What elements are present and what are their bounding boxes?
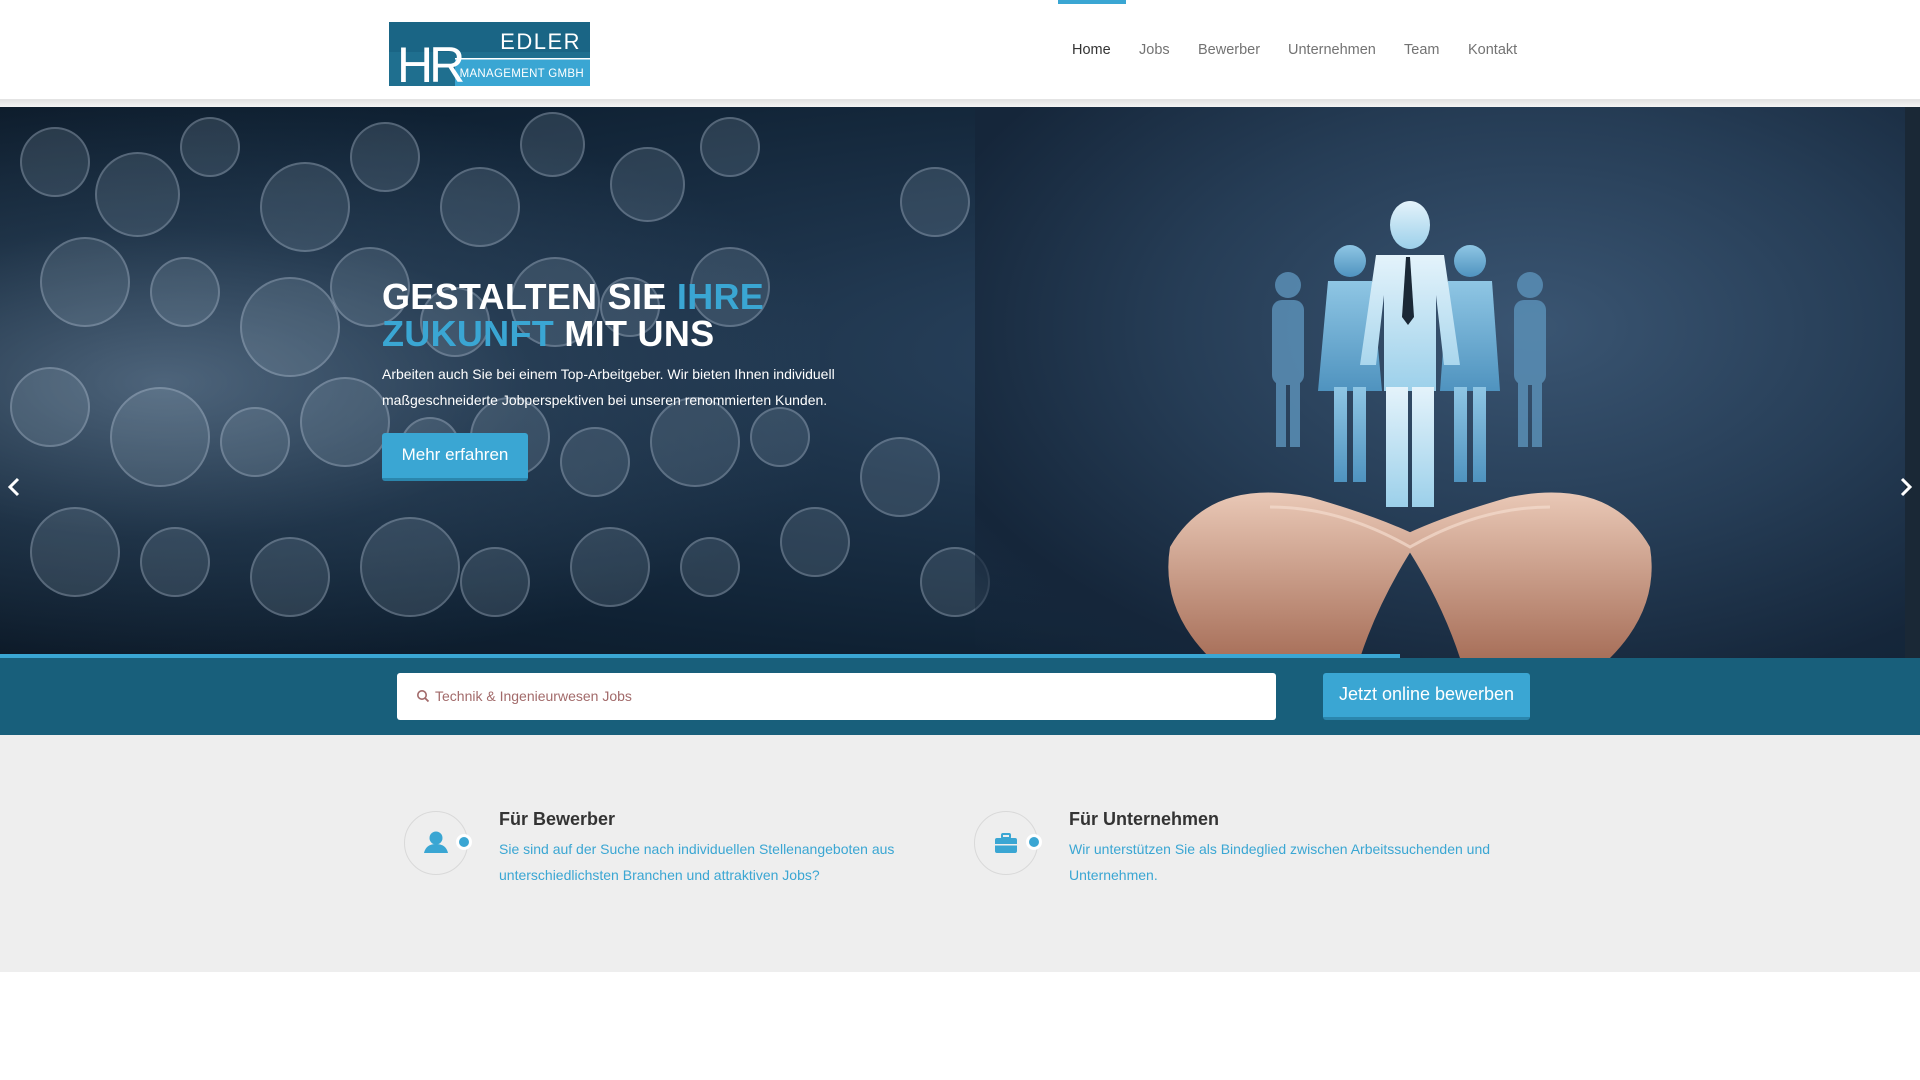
logo-initials: HR: [397, 37, 463, 86]
bokeh-circle: [220, 407, 290, 477]
bokeh-circle: [900, 167, 970, 237]
chevron-left-icon: [7, 477, 20, 497]
bokeh-circle: [440, 167, 520, 247]
bokeh-circle: [570, 527, 650, 607]
bokeh-circle: [10, 367, 90, 447]
search-bar: Technik & Ingenieurwesen Jobs Jetzt onli…: [0, 658, 1920, 735]
hero-title: GESTALTEN SIE IHRE ZUKUNFT MIT UNS: [382, 278, 764, 352]
bokeh-circle: [610, 147, 685, 222]
logo-graphic: HR EDLER MANAGEMENT GMBH: [389, 22, 590, 93]
search-placeholder: Technik & Ingenieurwesen Jobs: [435, 688, 632, 704]
nav-bewerber[interactable]: Bewerber: [1198, 0, 1260, 100]
logo-name: EDLER: [500, 29, 581, 54]
hero-title-accent2: ZUKUNFT: [382, 313, 555, 354]
search-icon: [417, 690, 430, 703]
bokeh-circle: [95, 152, 180, 237]
features-section: Für Bewerber Sie sind auf der Suche nach…: [0, 735, 1920, 972]
logo-sub: MANAGEMENT GMBH: [460, 68, 584, 80]
feature-dot: [1026, 834, 1042, 850]
hero-text: Arbeiten auch Sie bei einem Top-Arbeitge…: [382, 366, 835, 408]
hero-title-part1: GESTALTEN SIE: [382, 276, 677, 317]
bokeh-circle: [780, 507, 850, 577]
bokeh-circle: [520, 112, 585, 177]
bokeh-circle: [140, 527, 210, 597]
feature-title: Für Unternehmen: [1069, 809, 1220, 829]
bokeh-circle: [30, 507, 120, 597]
bokeh-circle: [240, 277, 340, 377]
nav-jobs[interactable]: Jobs: [1139, 0, 1170, 100]
bokeh-circle: [360, 517, 460, 617]
logo[interactable]: HR EDLER MANAGEMENT GMBH: [389, 22, 590, 93]
slider-prev-button[interactable]: [0, 467, 30, 507]
apply-online-button[interactable]: Jetzt online bewerben: [1323, 673, 1530, 720]
bokeh-circle: [860, 437, 940, 517]
site-header: HR EDLER MANAGEMENT GMBH Home Jobs Bewer…: [0, 0, 1920, 100]
bokeh-circle: [180, 117, 240, 177]
bokeh-circle: [110, 387, 210, 487]
bokeh-circle: [150, 257, 220, 327]
nav-unternehmen[interactable]: Unternehmen: [1288, 0, 1376, 100]
nav-kontakt[interactable]: Kontakt: [1468, 0, 1517, 100]
bokeh-circle: [260, 162, 350, 252]
bokeh-circle: [700, 117, 760, 177]
bokeh-circle: [250, 537, 330, 617]
slider-next-button[interactable]: [1890, 467, 1920, 507]
hero-right-edge: [1905, 107, 1920, 658]
hero-title-part2: MIT UNS: [554, 313, 715, 354]
bokeh-circle: [300, 377, 390, 467]
nav-team[interactable]: Team: [1404, 0, 1439, 100]
header-divider: [0, 100, 1920, 107]
chevron-right-icon: [1900, 477, 1913, 497]
job-search-input[interactable]: Technik & Ingenieurwesen Jobs: [397, 673, 1276, 720]
bokeh-circle: [750, 407, 810, 467]
hands-with-people-image: [1168, 201, 1652, 658]
more-info-button[interactable]: Mehr erfahren: [382, 433, 528, 481]
hero-slider: GESTALTEN SIE IHRE ZUKUNFT MIT UNS Arbei…: [0, 107, 1920, 658]
bokeh-circle: [40, 237, 130, 327]
bokeh-circle: [560, 427, 630, 497]
feature-dot: [456, 834, 472, 850]
bokeh-circle: [680, 537, 740, 597]
feature-text: Wir unterstützen Sie als Bindeglied zwis…: [1069, 841, 1491, 883]
bokeh-circle: [460, 547, 530, 617]
feature-text: Sie sind auf der Suche nach individuelle…: [499, 841, 895, 883]
nav-home[interactable]: Home: [1058, 0, 1126, 100]
bokeh-circle: [350, 122, 420, 192]
bokeh-circle: [20, 127, 90, 197]
feature-title: Für Bewerber: [499, 809, 616, 829]
hero-title-accent1: IHRE: [676, 276, 765, 317]
